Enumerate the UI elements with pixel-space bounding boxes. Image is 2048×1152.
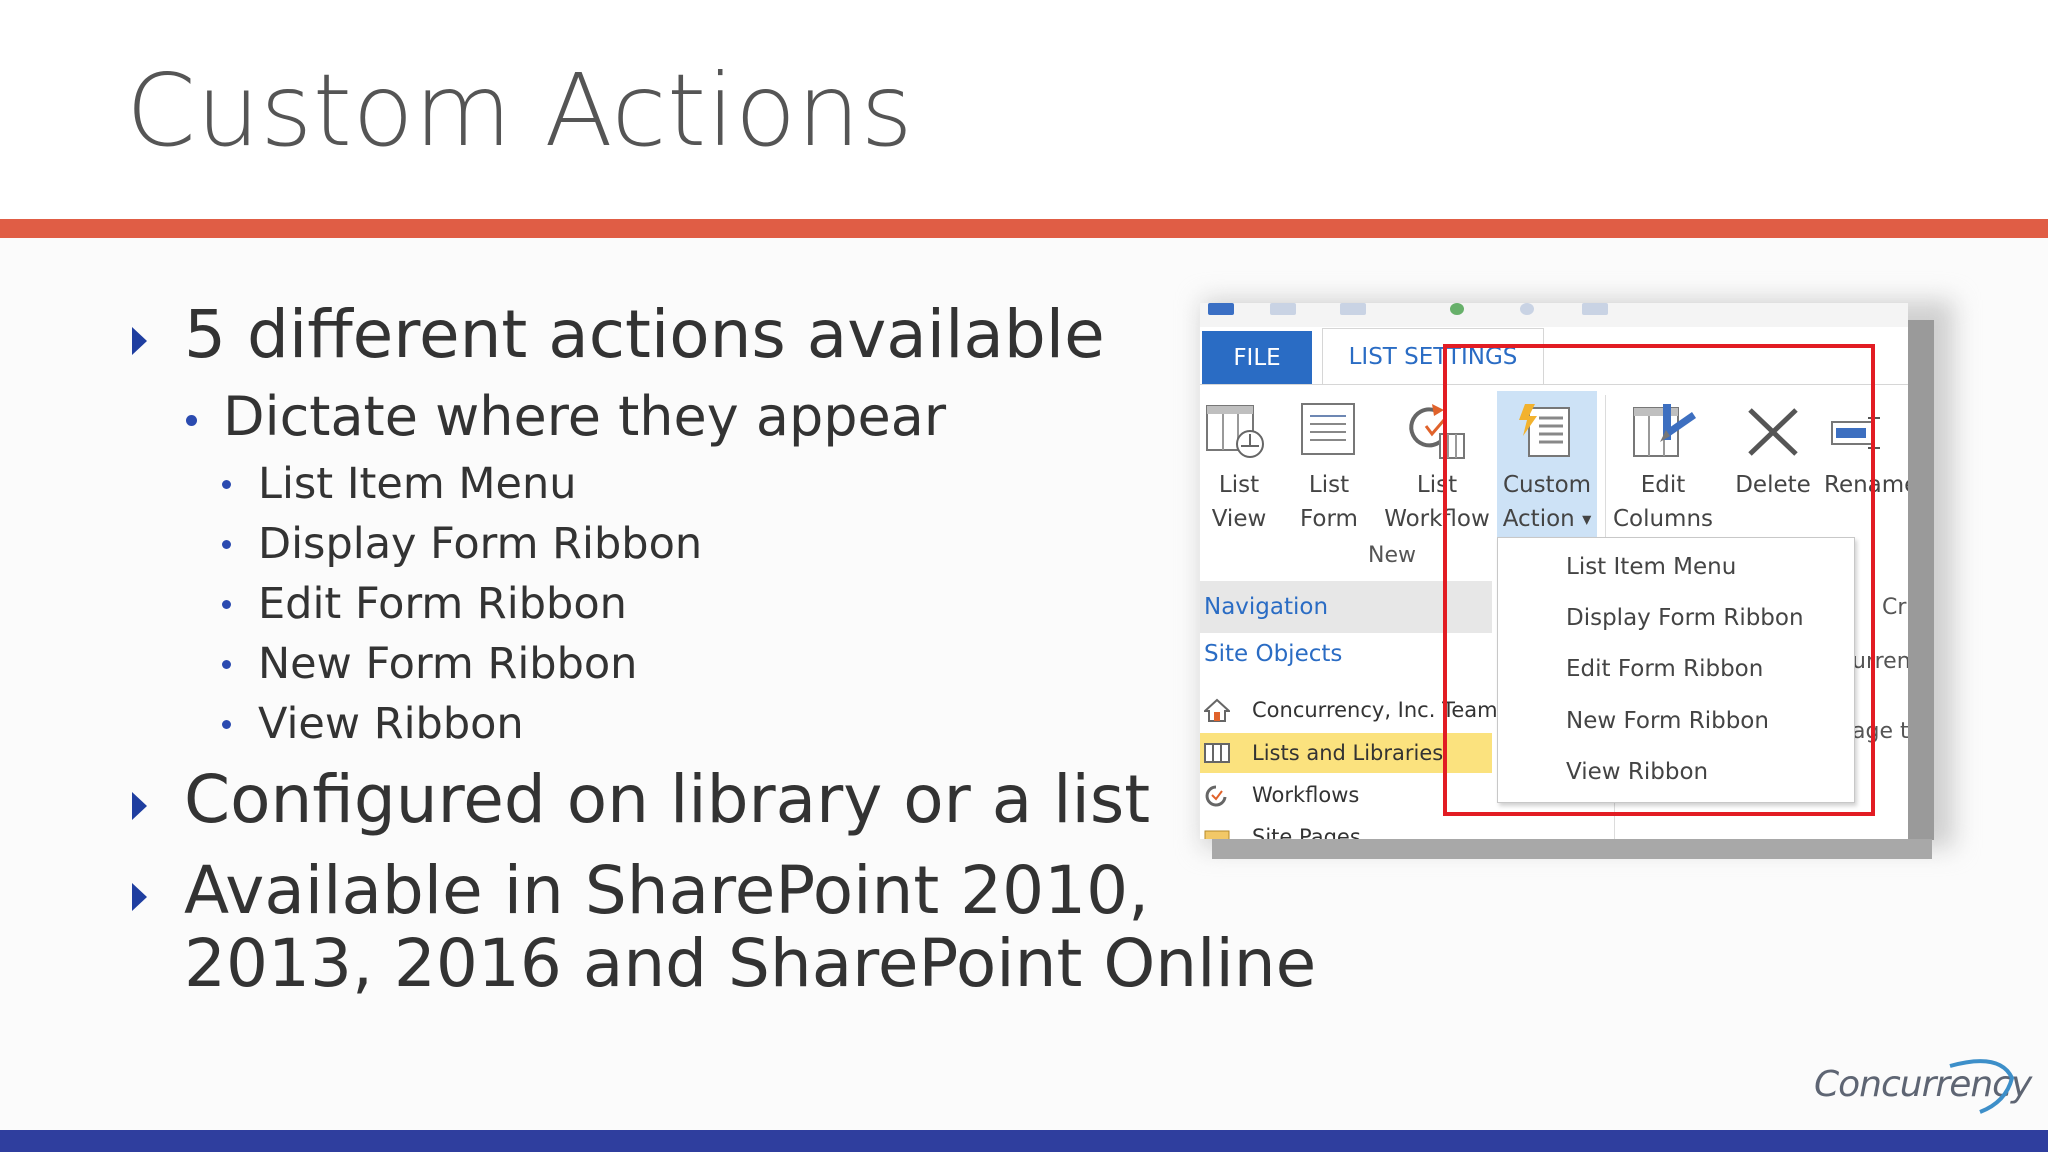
site-objects-header[interactable]: Site Objects [1204,641,1342,667]
home-icon [1204,698,1230,722]
refresh-icon[interactable] [1450,303,1464,315]
bullet-item-edit-form-ribbon: Edit Form Ribbon [258,579,627,629]
bullet-2: Configured on library or a list [184,761,1151,838]
bullet-arrow-icon [132,883,147,911]
screenshot-bottom-shadow [1212,839,1932,859]
list-view-label-2: View [1211,506,1267,532]
bullet-dot-icon [222,660,231,669]
slide-title: Custom Actions [126,52,914,169]
list-form-button[interactable]: List Form [1290,398,1368,538]
undo-icon[interactable] [1270,303,1296,315]
list-form-label-1: List [1308,472,1350,498]
list-view-label-1: List [1218,472,1260,498]
bullet-1: 5 different actions available [184,296,1105,373]
ribbon-group-label-new: New [1368,543,1416,568]
concurrency-logo: Concurrency [1810,1056,2032,1116]
highlight-box [1443,344,1875,816]
list-form-label-2: Form [1300,506,1358,532]
nav-item-site-pages[interactable]: Site Pages [1200,817,1492,839]
bullet-dot-icon [222,480,231,489]
bullet-item-view-ribbon: View Ribbon [258,699,524,749]
list-view-icon [1206,405,1264,458]
bullet-dot-icon [222,540,231,549]
preview-icon[interactable] [1582,303,1608,315]
bullet-item-new-form-ribbon: New Form Ribbon [258,639,638,689]
list-icon [1204,743,1230,763]
logo-swoosh-icon [1949,1059,2015,1114]
tab-file[interactable]: FILE [1202,331,1312,385]
accent-bar [0,219,2048,238]
bullet-item-list-item-menu: List Item Menu [258,459,577,509]
bullet-3-line-2: 2013, 2016 and SharePoint Online [184,925,1317,1002]
bullet-dot-icon [222,600,231,609]
workflow-icon [1205,785,1227,807]
bullet-3-line-1: Available in SharePoint 2010, [184,852,1150,929]
save-icon[interactable] [1208,303,1234,315]
redo-icon[interactable] [1340,303,1366,315]
quick-access-toolbar [1200,303,1908,327]
nav-item-label: Lists and Libraries [1252,741,1444,765]
nav-item-label: Site Pages [1252,825,1361,839]
clipped-text-1: Cr [1882,595,1907,620]
list-form-icon [1301,403,1355,455]
bullet-dot-icon [186,415,197,426]
folder-icon [1204,830,1230,839]
stop-icon[interactable] [1520,303,1534,315]
nav-item-label: Workflows [1252,783,1360,807]
bullet-item-display-form-ribbon: Display Form Ribbon [258,519,703,569]
bullet-arrow-icon [132,792,147,820]
screenshot-right-shadow [1908,320,1934,840]
list-view-button[interactable]: List View [1200,398,1278,538]
bullet-dot-icon [222,720,231,729]
footer-bar [0,1130,2048,1152]
bullet-1-1: Dictate where they appear [223,385,947,448]
bullet-arrow-icon [132,327,147,355]
